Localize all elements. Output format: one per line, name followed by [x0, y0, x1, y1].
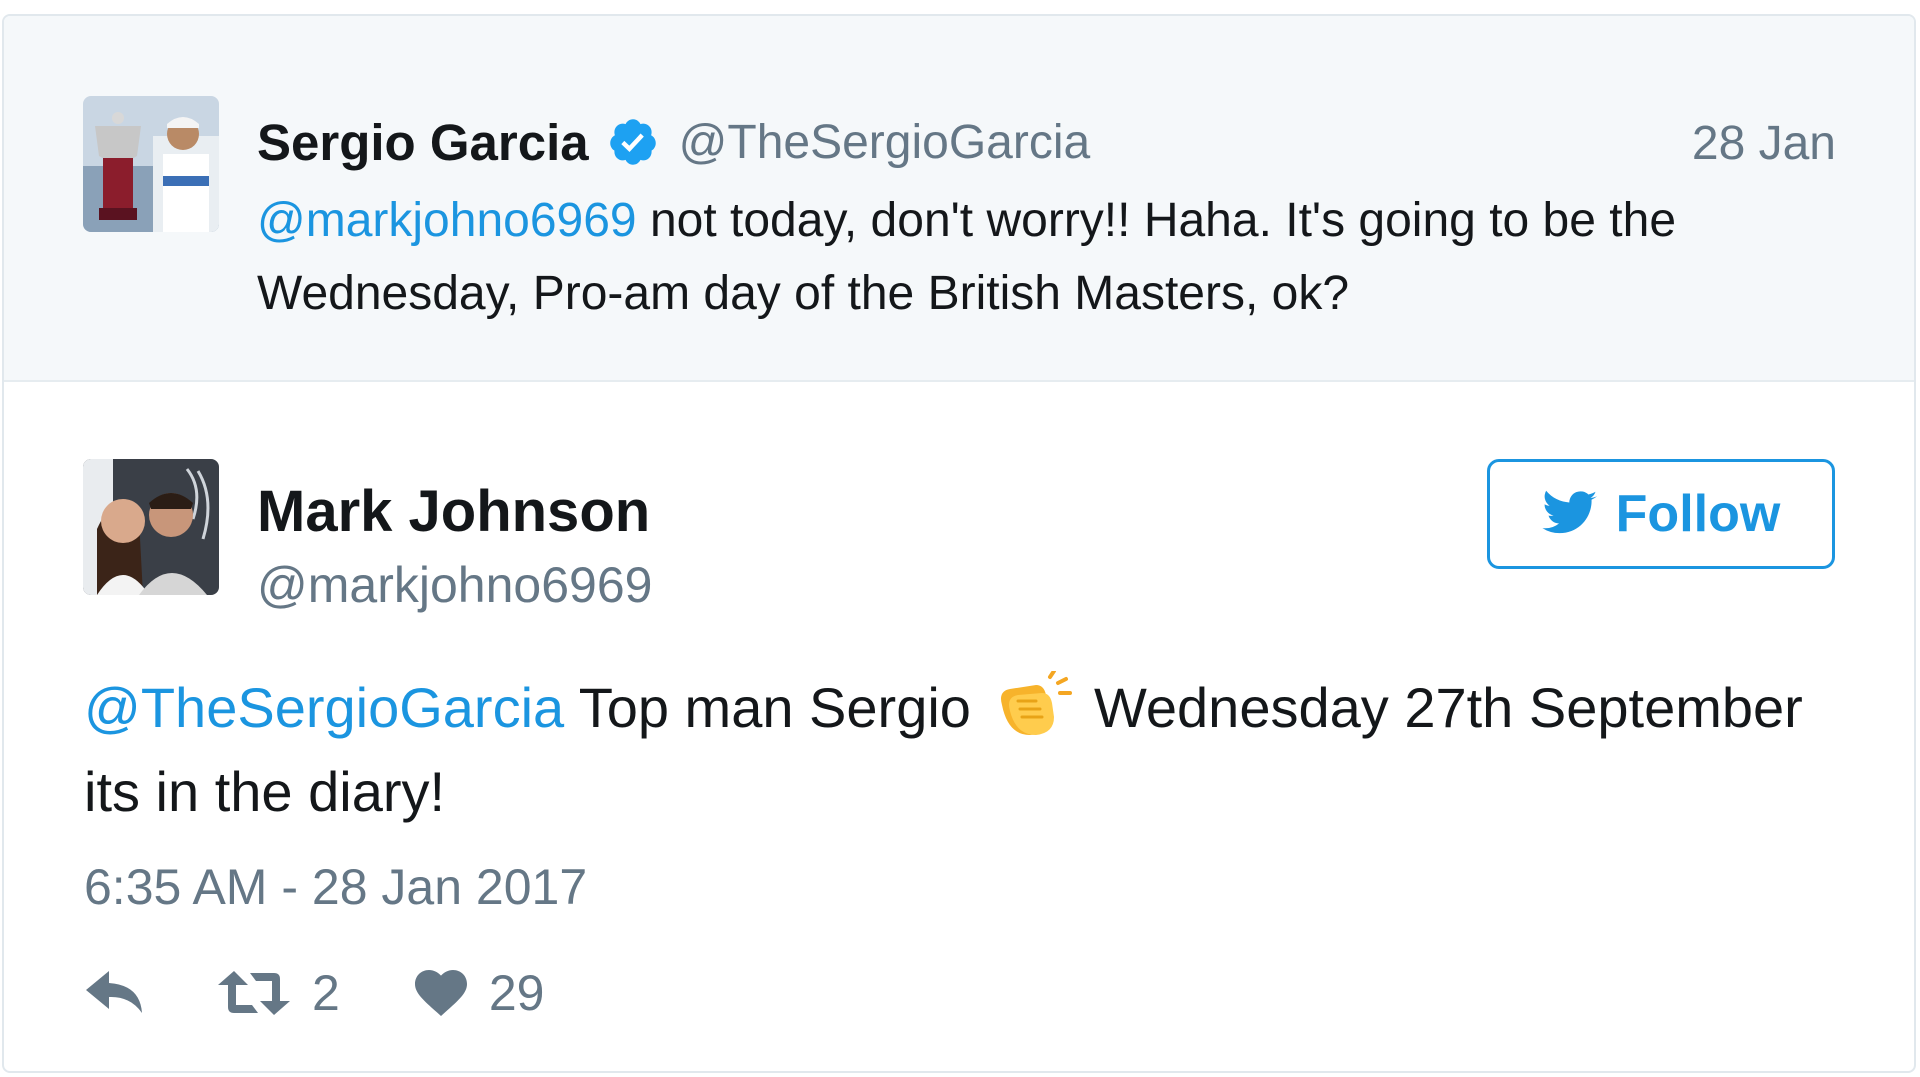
embedded-tweet-card: Sergio Garcia @TheSergioGarcia 28 Jan @m… [2, 14, 1916, 1073]
reply-icon [86, 971, 146, 1015]
follow-button-label: Follow [1615, 485, 1781, 543]
like-count: 29 [488, 965, 545, 1021]
retweet-icon [218, 971, 290, 1015]
verified-badge-icon [607, 116, 659, 168]
reply-timestamp[interactable]: 6:35 AM - 28 Jan 2017 [84, 858, 587, 916]
reply-button[interactable] [86, 971, 146, 1015]
parent-tweet[interactable]: Sergio Garcia @TheSergioGarcia 28 Jan @m… [4, 16, 1914, 382]
retweet-button[interactable]: 2 [218, 964, 340, 1022]
parent-author-name[interactable]: Sergio Garcia [257, 113, 589, 172]
parent-tweet-date[interactable]: 28 Jan [1692, 116, 1836, 171]
reply-tweet-text: @TheSergioGarcia Top man Sergio Wednesda… [84, 666, 1844, 834]
reply-author-name[interactable]: Mark Johnson [257, 478, 650, 545]
reply-mention-link[interactable]: @TheSergioGarcia [84, 676, 564, 739]
parent-tweet-header: Sergio Garcia @TheSergioGarcia [257, 112, 1090, 172]
mark-johnson-avatar[interactable] [83, 459, 219, 595]
twitter-bird-icon [1542, 490, 1598, 538]
parent-mention-link[interactable]: @markjohno6969 [257, 194, 637, 247]
reply-text-part-1: Top man Sergio [564, 676, 987, 739]
clapping-hands-emoji-icon [992, 669, 1073, 737]
tweet-actions-bar: 2 29 [86, 964, 544, 1022]
retweet-count: 2 [312, 965, 340, 1021]
sergio-garcia-avatar[interactable] [83, 96, 219, 232]
reply-author-handle[interactable]: @markjohno6969 [257, 556, 652, 614]
parent-author-handle[interactable]: @TheSergioGarcia [679, 115, 1091, 170]
follow-button[interactable]: Follow [1487, 459, 1835, 569]
heart-icon [414, 970, 467, 1016]
parent-tweet-text: @markjohno6969 not today, don't worry!! … [257, 184, 1817, 330]
like-button[interactable]: 29 [414, 964, 545, 1022]
